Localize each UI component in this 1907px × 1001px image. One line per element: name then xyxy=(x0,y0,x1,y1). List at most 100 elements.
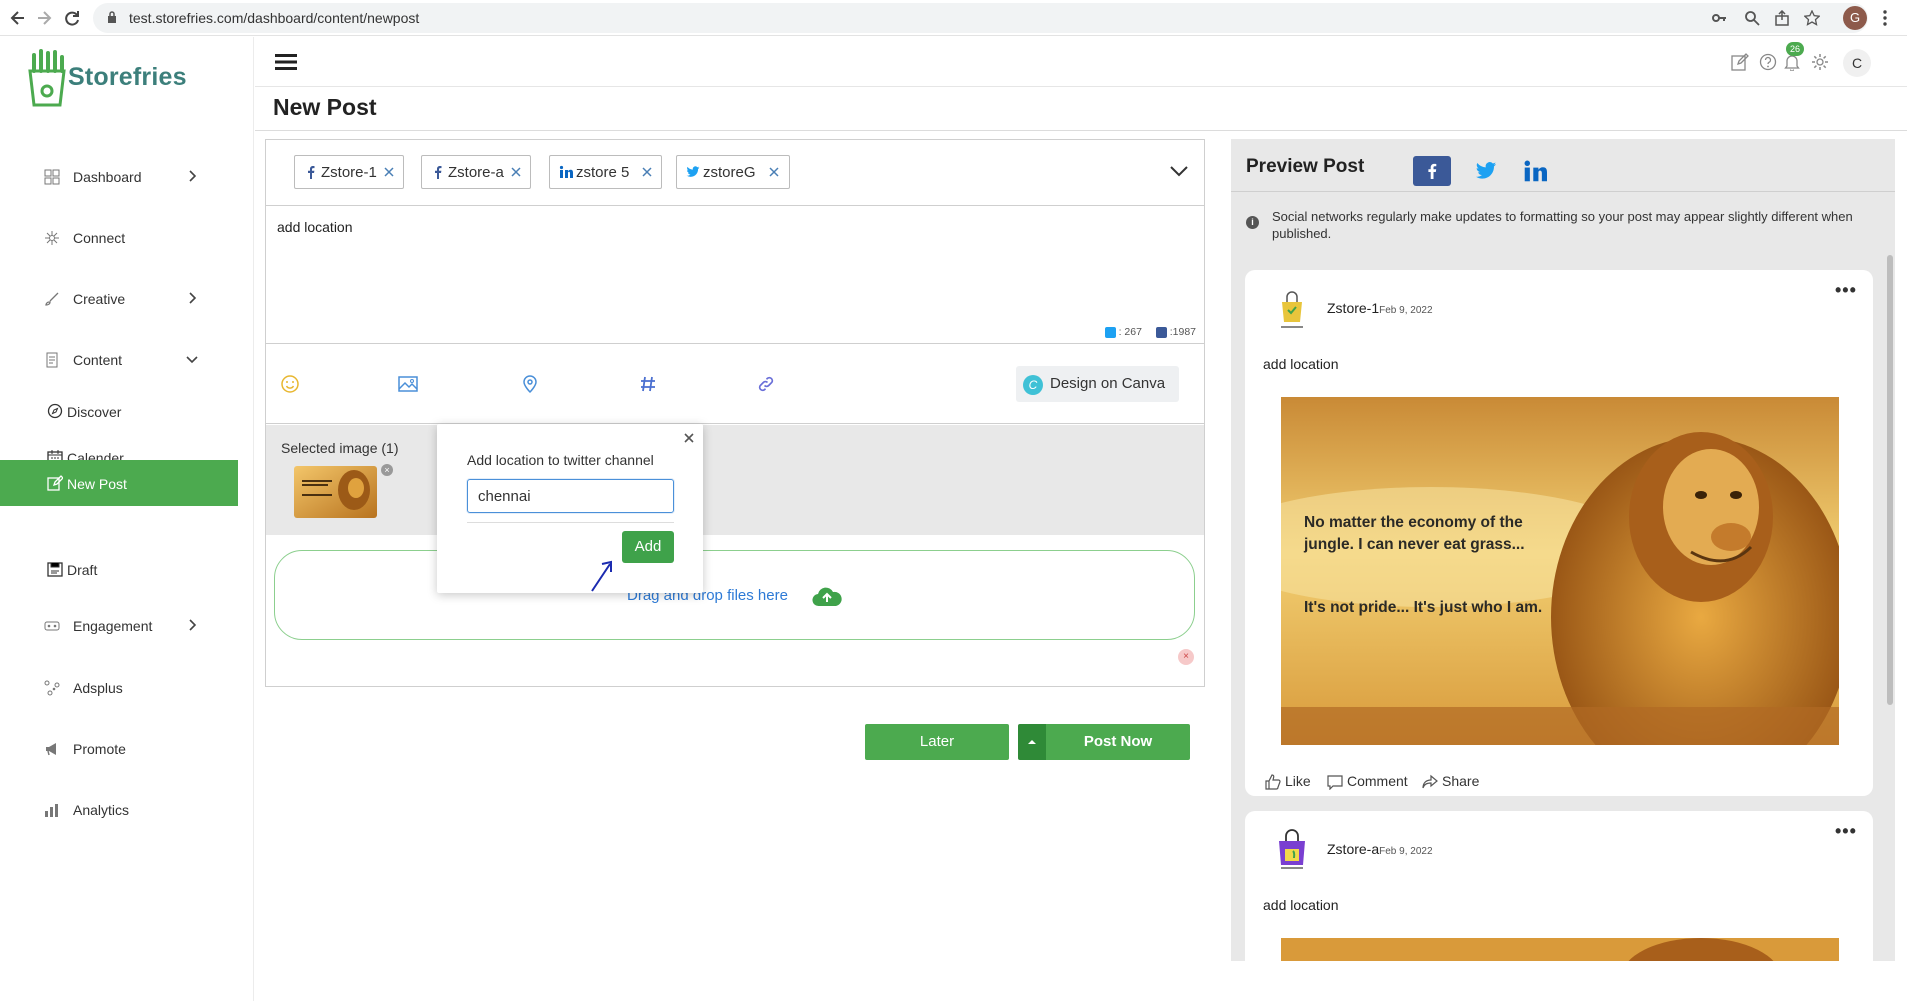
editor-toolbar: C Design on Canva xyxy=(266,344,1204,424)
caret-up-icon xyxy=(1028,740,1036,744)
edit-icon xyxy=(47,475,63,491)
close-icon[interactable] xyxy=(683,432,695,444)
twitter-icon xyxy=(686,165,700,179)
back-icon[interactable] xyxy=(8,8,28,28)
remove-channel-icon[interactable] xyxy=(641,166,653,178)
post-author: Zstore-aFeb 9, 2022 xyxy=(1327,841,1433,857)
sidebar-item-dashboard[interactable]: Dashboard xyxy=(0,157,240,197)
help-icon[interactable] xyxy=(1759,53,1777,71)
zoom-icon[interactable] xyxy=(1744,10,1760,26)
preview-scrollbar[interactable] xyxy=(1887,255,1893,705)
sidebar-item-draft[interactable]: Draft xyxy=(0,546,238,592)
design-on-canva-button[interactable]: C Design on Canva xyxy=(1016,366,1179,402)
facebook-preview-tab[interactable] xyxy=(1413,156,1451,186)
compass-icon xyxy=(47,403,63,419)
selected-image-label: Selected image (1) xyxy=(281,440,399,456)
twitter-icon xyxy=(1475,162,1497,179)
profile-avatar[interactable]: G xyxy=(1843,6,1867,30)
link-icon[interactable] xyxy=(756,374,776,394)
popup-title: Add location to twitter channel xyxy=(467,452,654,468)
divider xyxy=(467,522,674,523)
connect-icon xyxy=(44,230,60,246)
like-action[interactable]: Like xyxy=(1265,773,1311,790)
sidebar-item-label: Connect xyxy=(73,230,126,246)
channel-name: Zstore-a xyxy=(448,164,504,181)
add-location-button[interactable]: Add xyxy=(622,531,674,563)
post-editor: Zstore-1 Zstore-a zstore 5 zstoreG add l… xyxy=(265,139,1205,687)
post-options-dropdown[interactable] xyxy=(1018,724,1046,760)
channel-selector[interactable]: Zstore-1 Zstore-a zstore 5 zstoreG xyxy=(266,140,1204,206)
channel-name: zstoreG xyxy=(703,164,756,181)
channel-chip[interactable]: Zstore-a xyxy=(421,155,531,189)
image-icon[interactable] xyxy=(397,374,418,394)
sidebar-item-new-post[interactable]: New Post xyxy=(0,460,238,506)
sidebar-item-content[interactable]: Content xyxy=(0,340,240,380)
sidebar-item-label: Draft xyxy=(67,562,98,578)
hashtag-icon[interactable] xyxy=(638,374,658,394)
compose-icon[interactable] xyxy=(1731,53,1749,71)
chevron-down-icon[interactable] xyxy=(1169,164,1189,178)
gear-icon[interactable] xyxy=(1811,53,1829,71)
post-image: No matter the economy of the jungle. I c… xyxy=(1281,397,1839,745)
post-image xyxy=(1281,938,1839,961)
later-button[interactable]: Later xyxy=(865,724,1009,760)
content-icon xyxy=(44,352,60,368)
sidebar-item-analytics[interactable]: Analytics xyxy=(0,790,240,830)
cloud-upload-icon xyxy=(811,584,843,608)
sidebar-item-connect[interactable]: Connect xyxy=(0,218,240,258)
location-input[interactable] xyxy=(467,479,674,513)
hamburger-menu-icon[interactable] xyxy=(275,53,297,71)
canva-icon: C xyxy=(1023,375,1043,395)
clear-icon[interactable]: × xyxy=(1178,649,1194,665)
key-icon[interactable] xyxy=(1711,10,1727,26)
reload-icon[interactable] xyxy=(62,8,82,28)
channel-chip[interactable]: zstore 5 xyxy=(549,155,662,189)
selected-image-thumbnail[interactable] xyxy=(294,466,377,518)
lock-icon xyxy=(107,11,117,23)
facebook-char-count: :1987 xyxy=(1169,326,1196,339)
sidebar-item-discover[interactable]: Discover xyxy=(0,388,238,434)
chevron-right-icon xyxy=(186,170,198,182)
more-options-icon[interactable]: ••• xyxy=(1835,821,1857,842)
megaphone-icon xyxy=(44,741,60,757)
url-text: test.storefries.com/dashboard/content/ne… xyxy=(129,10,420,26)
adsplus-icon xyxy=(44,680,60,696)
channel-chip[interactable]: zstoreG xyxy=(676,155,790,189)
remove-channel-icon[interactable] xyxy=(383,166,395,178)
comment-action[interactable]: Comment xyxy=(1327,773,1408,791)
more-options-icon[interactable]: ••• xyxy=(1835,280,1857,301)
address-bar[interactable]: test.storefries.com/dashboard/content/ne… xyxy=(93,3,1868,33)
engagement-icon xyxy=(44,618,60,634)
browser-menu-icon[interactable] xyxy=(1882,9,1888,27)
linkedin-preview-tab[interactable] xyxy=(1523,159,1547,183)
location-pin-icon[interactable] xyxy=(520,374,540,394)
facebook-icon xyxy=(431,165,445,179)
file-dropzone[interactable]: Drag and drop files here xyxy=(274,550,1195,640)
like-label: Like xyxy=(1285,773,1311,789)
bookmark-star-icon[interactable] xyxy=(1804,10,1820,26)
twitter-preview-tab[interactable] xyxy=(1474,160,1498,182)
comment-icon xyxy=(1327,774,1343,791)
sidebar-item-creative[interactable]: Creative xyxy=(0,279,240,319)
remove-channel-icon[interactable] xyxy=(768,166,780,178)
image-quote-line: No matter the economy of the xyxy=(1304,514,1523,531)
post-text-area[interactable]: add location : 267 :1987 xyxy=(266,206,1204,344)
linkedin-icon xyxy=(1524,160,1547,182)
brand-logo[interactable]: Storefries xyxy=(22,49,187,107)
user-avatar[interactable]: C xyxy=(1843,49,1871,77)
remove-image-icon[interactable]: × xyxy=(381,464,393,476)
remove-channel-icon[interactable] xyxy=(510,166,522,178)
sidebar-item-engagement[interactable]: Engagement xyxy=(0,606,240,646)
channel-chip[interactable]: Zstore-1 xyxy=(294,155,404,189)
post-now-button[interactable]: Post Now xyxy=(1046,724,1190,760)
share-page-icon[interactable] xyxy=(1774,10,1790,26)
emoji-icon[interactable] xyxy=(280,374,300,394)
post-text: add location xyxy=(1263,897,1339,913)
sidebar-item-promote[interactable]: Promote xyxy=(0,729,240,769)
share-action[interactable]: Share xyxy=(1422,773,1479,790)
sidebar-item-label: Creative xyxy=(73,291,126,307)
forward-icon[interactable] xyxy=(34,8,54,28)
sidebar-item-adsplus[interactable]: Adsplus xyxy=(0,668,240,708)
brand-name: Storefries xyxy=(68,63,187,91)
linkedin-icon xyxy=(559,165,573,179)
